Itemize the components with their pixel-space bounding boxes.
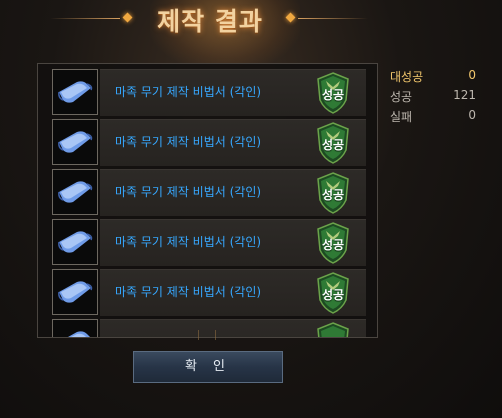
scroll-icon	[58, 231, 93, 253]
badge-label: 성공	[321, 288, 345, 302]
result-row: 마족 무기 제작 비법서 (각인) 성공	[48, 219, 368, 266]
stat-value: 0	[468, 108, 476, 122]
success-badge: 성공	[316, 72, 350, 114]
stat-great-success: 대성공 0	[390, 68, 480, 88]
badge-label: 성공	[321, 138, 345, 152]
scroll-icon	[58, 81, 93, 103]
success-badge: 성공	[316, 172, 350, 214]
success-badge: 성공	[316, 122, 350, 164]
stat-fail: 실패 0	[390, 108, 480, 128]
result-list[interactable]: 마족 무기 제작 비법서 (각인) 성공 마족 무기 제작 비법서 (각인) 성…	[37, 63, 378, 338]
result-row: 마족 무기 제작 비법서 (각인) 성공	[48, 119, 368, 166]
diamond-ornament-icon	[285, 12, 296, 23]
success-badge: 성공	[316, 272, 350, 314]
item-slot[interactable]	[52, 319, 98, 337]
result-stats: 대성공 0 성공 121 실패 0	[390, 68, 480, 128]
result-row-body: 마족 무기 제작 비법서 (각인) 성공	[100, 119, 366, 166]
item-name: 마족 무기 제작 비법서 (각인)	[115, 185, 262, 199]
item-slot[interactable]	[52, 69, 98, 115]
item-slot[interactable]	[52, 169, 98, 215]
result-row: 마족 무기 제작 비법서 (각인) 성공	[48, 269, 368, 316]
stat-value: 121	[453, 88, 476, 102]
title-ornament-line	[50, 18, 120, 19]
stat-label: 대성공	[390, 70, 424, 84]
scroll-icon	[58, 281, 93, 303]
title-bar: 제작 결과	[0, 0, 502, 40]
stat-value: 0	[468, 68, 476, 82]
item-name: 마족 무기 제작 비법서 (각인)	[115, 85, 262, 99]
result-row-body: 마족 무기 제작 비법서 (각인) 성공	[100, 69, 366, 116]
diamond-ornament-icon	[122, 12, 133, 23]
badge-label: 성공	[321, 238, 345, 252]
result-row-body: 마족 무기 제작 비법서 (각인) 성공	[100, 219, 366, 266]
result-row-body: 마족 무기 제작 비법서 (각인) 성공	[100, 169, 366, 216]
item-slot[interactable]	[52, 119, 98, 165]
scroll-icon	[58, 131, 93, 153]
confirm-button[interactable]: 확 인	[133, 351, 283, 383]
result-row-body: 마족 무기 제작 비법서 (각인) 성공	[100, 269, 366, 316]
scroll-icon	[58, 181, 93, 203]
title-ornament-line	[298, 18, 368, 19]
stat-success: 성공 121	[390, 88, 480, 108]
frame-ornament	[198, 330, 216, 340]
item-slot[interactable]	[52, 269, 98, 315]
result-row: 마족 무기 제작 비법서 (각인) 성공	[48, 69, 368, 116]
item-name: 마족 무기 제작 비법서 (각인)	[115, 285, 262, 299]
success-badge	[316, 322, 350, 337]
item-name: 마족 무기 제작 비법서 (각인)	[115, 235, 262, 249]
item-slot[interactable]	[52, 219, 98, 265]
shield-badge-icon	[317, 322, 349, 337]
window-title: 제작 결과	[157, 7, 263, 36]
item-name: 마족 무기 제작 비법서 (각인)	[115, 135, 262, 149]
result-row: 마족 무기 제작 비법서 (각인) 성공	[48, 169, 368, 216]
stat-label: 실패	[390, 110, 413, 124]
success-badge: 성공	[316, 222, 350, 264]
badge-label: 성공	[321, 88, 345, 102]
result-row-body	[100, 319, 366, 337]
badge-label: 성공	[321, 188, 345, 202]
stat-label: 성공	[390, 90, 413, 104]
scroll-icon	[68, 331, 90, 337]
